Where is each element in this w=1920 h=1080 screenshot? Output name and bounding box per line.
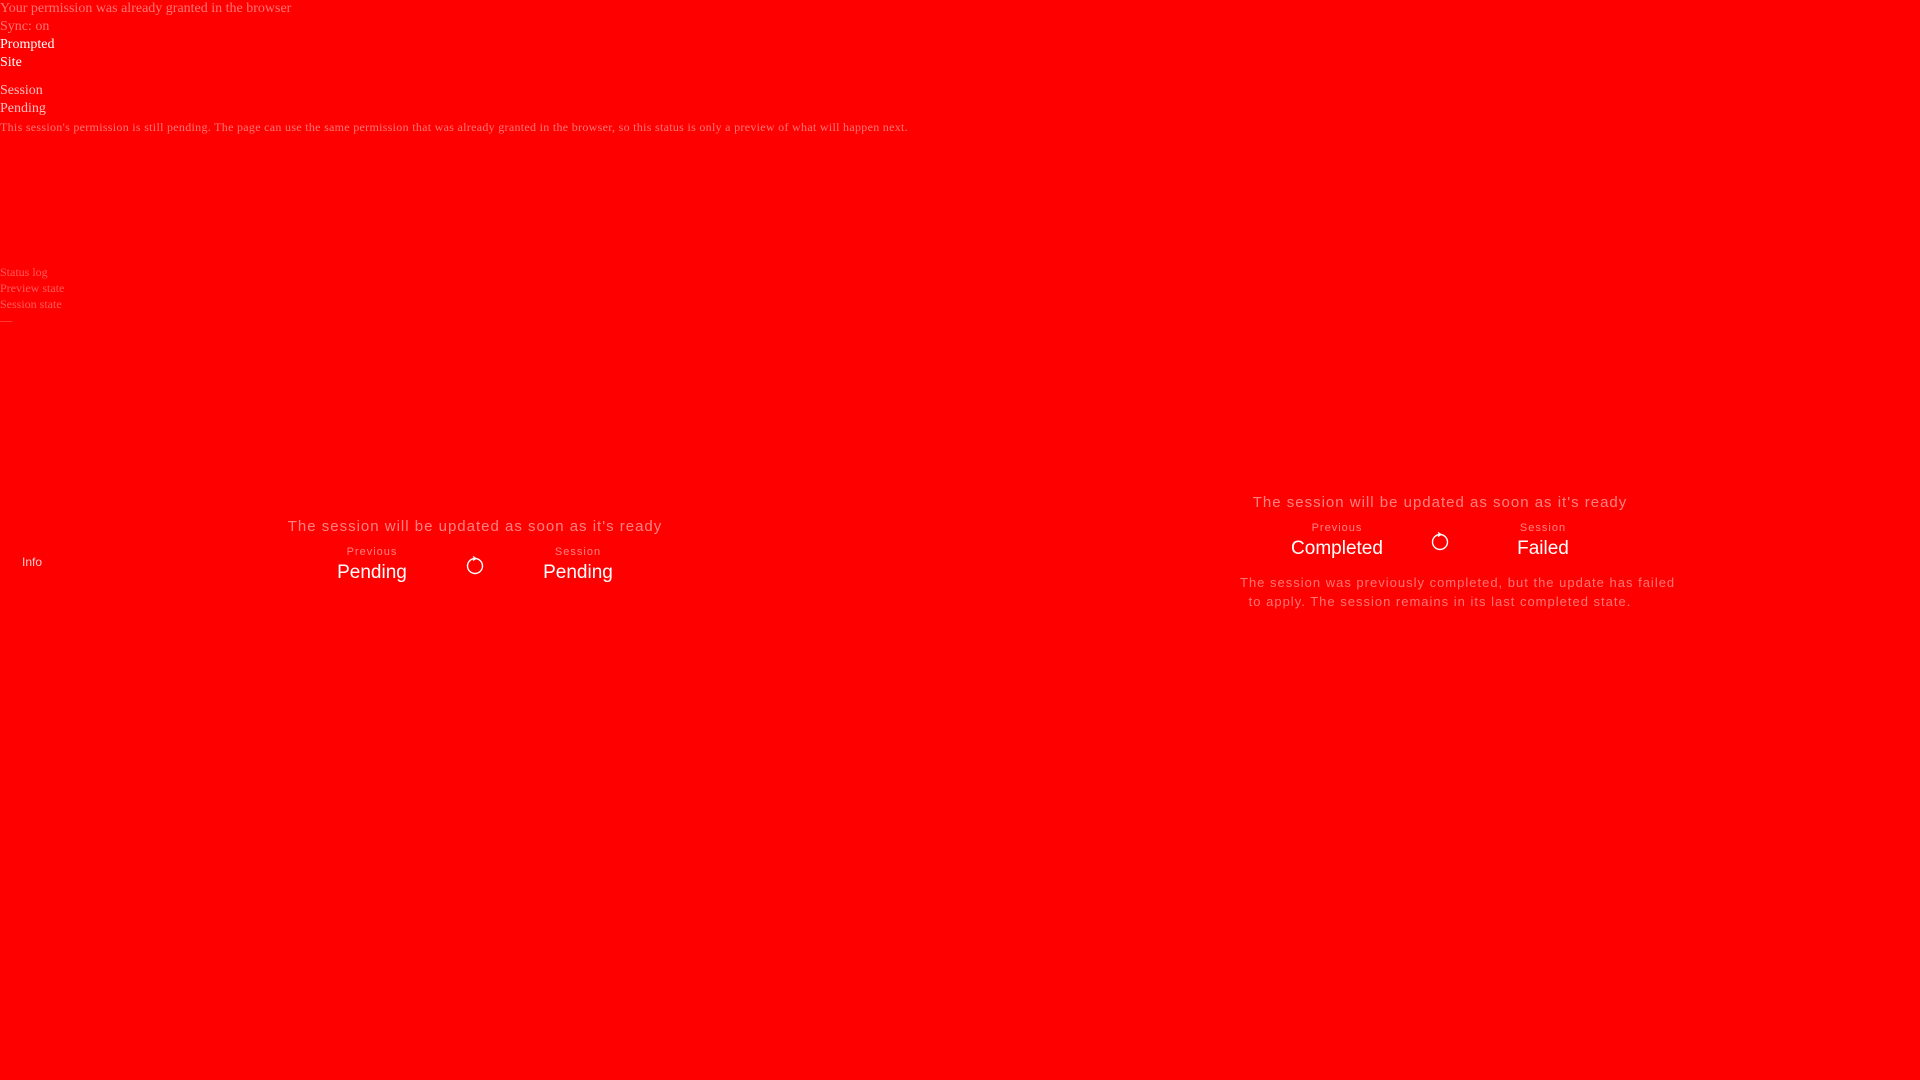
previous-status: Previous Pending	[297, 545, 447, 585]
status-card-left: The session will be updated as soon as i…	[270, 518, 680, 585]
debug-line-5: Session	[0, 83, 43, 98]
previous-status-value: Completed	[1291, 538, 1383, 559]
status-note-line-1: The session was previously completed, bu…	[1240, 575, 1676, 590]
session-status: Session Pending	[503, 545, 653, 585]
session-status-label: Session	[1519, 522, 1567, 534]
debug-line-4: Site	[0, 55, 22, 70]
side-info-label: Info	[22, 555, 43, 569]
debug-status-log: Status log Preview state Session state —	[0, 264, 200, 328]
previous-status: Previous Completed	[1262, 521, 1412, 561]
debug-line-6: Pending	[0, 101, 46, 116]
refresh-icon	[461, 545, 489, 585]
previous-status-label: Previous	[346, 546, 398, 558]
refresh-icon	[1426, 521, 1454, 561]
debug-mid-3: Session state	[0, 297, 62, 311]
session-status-label: Session	[554, 546, 602, 558]
debug-line-1: Your permission was already granted in t…	[0, 1, 292, 16]
debug-output: Your permission was already granted in t…	[0, 0, 908, 136]
debug-mid-2: Preview state	[0, 281, 65, 295]
status-caption: The session will be updated as soon as i…	[1252, 494, 1628, 511]
debug-line-3: Prompted	[0, 37, 55, 52]
debug-mid-1: Status log	[0, 265, 48, 279]
status-row: Previous Completed Session Failed	[1240, 521, 1640, 561]
session-status: Session Failed	[1468, 521, 1618, 561]
previous-status-value: Pending	[337, 562, 407, 583]
debug-line-7: This session's permission is still pendi…	[0, 120, 908, 134]
status-note-line-2: to apply. The session remains in its las…	[1248, 594, 1632, 609]
previous-status-label: Previous	[1311, 522, 1363, 534]
session-status-value: Failed	[1517, 538, 1569, 559]
status-caption: The session will be updated as soon as i…	[287, 518, 663, 535]
debug-line-2: Sync: on	[0, 19, 50, 34]
debug-mid-4: —	[0, 313, 12, 327]
status-row: Previous Pending Session Pending	[270, 545, 680, 585]
status-card-right: The session will be updated as soon as i…	[1240, 494, 1676, 611]
session-status-value: Pending	[543, 562, 613, 583]
